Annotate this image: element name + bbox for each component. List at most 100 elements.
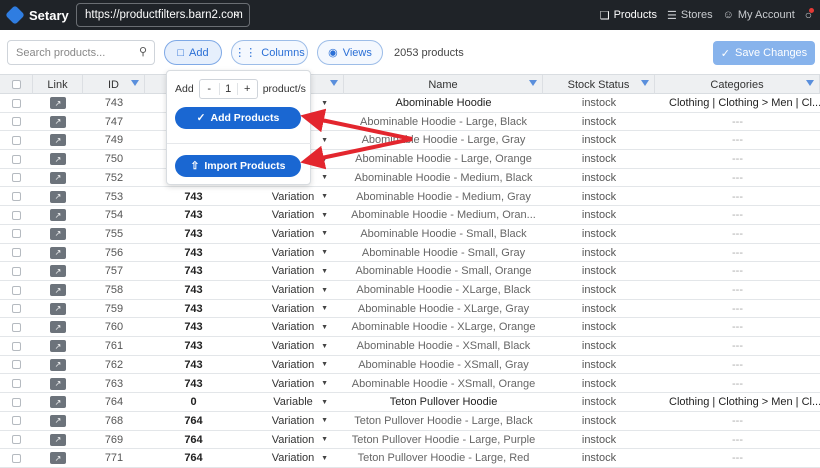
- table-row[interactable]: ↗ 756 743 Variation ▼ Abominable Hoodie - Sma…: [0, 244, 820, 263]
- row-checkbox[interactable]: [12, 360, 21, 370]
- caret-down-icon[interactable]: ▼: [321, 249, 328, 256]
- row-link-cell[interactable]: ↗: [33, 300, 83, 318]
- row-select-cell[interactable]: [0, 94, 33, 112]
- header-categories[interactable]: Categories: [655, 75, 820, 94]
- table-row[interactable]: ↗ 769 764 Variation ▼ Teton Pullover Hoodie -…: [0, 431, 820, 450]
- row-select-cell[interactable]: [0, 169, 33, 187]
- row-link-cell[interactable]: ↗: [33, 281, 83, 299]
- row-categories[interactable]: ---: [655, 356, 820, 374]
- row-categories[interactable]: ---: [655, 449, 820, 467]
- row-checkbox[interactable]: [12, 210, 21, 220]
- row-parent-id[interactable]: 764: [145, 449, 242, 467]
- row-type[interactable]: Variation ▼: [242, 431, 344, 449]
- select-all-checkbox[interactable]: [11, 80, 21, 89]
- row-name[interactable]: Teton Pullover Hoodie - Large, Red: [344, 449, 543, 467]
- caret-down-icon[interactable]: ▼: [321, 156, 328, 163]
- row-link-cell[interactable]: ↗: [33, 262, 83, 280]
- row-checkbox[interactable]: [12, 304, 21, 314]
- row-stock-status[interactable]: instock: [543, 225, 655, 243]
- table-row[interactable]: ↗ 758 743 Variation ▼ Abominable Hoodie - XLa…: [0, 281, 820, 300]
- row-link-cell[interactable]: ↗: [33, 244, 83, 262]
- row-checkbox[interactable]: [12, 192, 21, 201]
- row-link-cell[interactable]: ↗: [33, 225, 83, 243]
- import-products-button[interactable]: ⇧ Import Products: [175, 155, 301, 177]
- row-type[interactable]: Variation ▼: [242, 281, 344, 299]
- caret-down-icon[interactable]: ▼: [321, 193, 328, 200]
- row-parent-id[interactable]: 743: [145, 337, 242, 355]
- table-row[interactable]: ↗ 768 764 Variation ▼ Teton Pullover Hoodie -…: [0, 412, 820, 431]
- row-link-cell[interactable]: ↗: [33, 337, 83, 355]
- caret-down-icon[interactable]: ▼: [321, 380, 328, 387]
- row-type[interactable]: Variation ▼: [242, 262, 344, 280]
- brand-logo[interactable]: Setary: [5, 5, 69, 25]
- caret-down-icon[interactable]: ▼: [321, 455, 328, 462]
- row-name[interactable]: Abominable Hoodie - Large, Black: [344, 113, 543, 131]
- row-name[interactable]: Abominable Hoodie - XSmall, Black: [344, 337, 543, 355]
- row-stock-status[interactable]: instock: [543, 449, 655, 467]
- row-name[interactable]: Abominable Hoodie - Medium, Oran...: [344, 206, 543, 224]
- row-categories[interactable]: ---: [655, 281, 820, 299]
- row-checkbox[interactable]: [12, 173, 21, 183]
- external-link-icon[interactable]: ↗: [50, 340, 66, 353]
- caret-down-icon[interactable]: ▼: [321, 268, 328, 275]
- views-button[interactable]: ◉ Views: [317, 40, 383, 65]
- row-link-cell[interactable]: ↗: [33, 412, 83, 430]
- decrement-button[interactable]: -: [200, 83, 219, 95]
- row-link-cell[interactable]: ↗: [33, 318, 83, 336]
- table-row[interactable]: ↗ 755 743 Variation ▼ Abominable Hoodie - Sma…: [0, 225, 820, 244]
- row-stock-status[interactable]: instock: [543, 113, 655, 131]
- caret-down-icon[interactable]: ▼: [321, 305, 328, 312]
- table-row[interactable]: ↗ 761 743 Variation ▼ Abominable Hoodie - XSm…: [0, 337, 820, 356]
- row-parent-id[interactable]: 743: [145, 206, 242, 224]
- row-type[interactable]: Variation ▼: [242, 318, 344, 336]
- row-categories[interactable]: ---: [655, 300, 820, 318]
- row-categories[interactable]: ---: [655, 431, 820, 449]
- row-parent-id[interactable]: 743: [145, 281, 242, 299]
- row-checkbox[interactable]: [12, 453, 21, 463]
- header-stock-status[interactable]: Stock Status: [543, 75, 655, 94]
- row-name[interactable]: Abominable Hoodie - Small, Black: [344, 225, 543, 243]
- row-parent-id[interactable]: 764: [145, 412, 242, 430]
- row-link-cell[interactable]: ↗: [33, 113, 83, 131]
- table-row[interactable]: ↗ 763 743 Variation ▼ Abominable Hoodie - XSm…: [0, 375, 820, 394]
- row-name[interactable]: Abominable Hoodie - Medium, Gray: [344, 188, 543, 206]
- external-link-icon[interactable]: ↗: [50, 284, 66, 296]
- caret-down-icon[interactable]: ▼: [321, 118, 328, 125]
- header-id[interactable]: ID: [83, 75, 145, 94]
- header-name[interactable]: Name: [344, 75, 543, 94]
- row-select-cell[interactable]: [0, 337, 33, 355]
- row-parent-id[interactable]: 743: [145, 244, 242, 262]
- external-link-icon[interactable]: ↗: [50, 97, 66, 109]
- row-name[interactable]: Abominable Hoodie - XSmall, Gray: [344, 356, 543, 374]
- filter-icon[interactable]: [330, 80, 338, 86]
- external-link-icon[interactable]: ↗: [50, 171, 66, 184]
- row-checkbox[interactable]: [12, 397, 21, 407]
- search-icon[interactable]: ⚲: [139, 45, 147, 58]
- row-select-cell[interactable]: [0, 131, 33, 149]
- row-select-cell[interactable]: [0, 375, 33, 393]
- row-link-cell[interactable]: ↗: [33, 94, 83, 112]
- table-row[interactable]: ↗ 750 ▼ Abominable Hoodie - Large, Orange in…: [0, 150, 820, 169]
- nav-products[interactable]: ❑ Products: [600, 9, 657, 22]
- row-select-cell[interactable]: [0, 318, 33, 336]
- caret-down-icon[interactable]: ▼: [321, 436, 328, 443]
- row-link-cell[interactable]: ↗: [33, 206, 83, 224]
- row-checkbox[interactable]: [12, 154, 21, 164]
- row-name[interactable]: Abominable Hoodie - XLarge, Orange: [344, 318, 543, 336]
- external-link-icon[interactable]: ↗: [50, 246, 66, 259]
- external-link-icon[interactable]: ↗: [50, 321, 66, 334]
- row-parent-id[interactable]: 743: [145, 188, 242, 206]
- row-stock-status[interactable]: instock: [543, 188, 655, 206]
- row-checkbox[interactable]: [12, 98, 21, 108]
- row-name[interactable]: Abominable Hoodie - Large, Orange: [344, 150, 543, 168]
- caret-down-icon[interactable]: ▼: [321, 287, 328, 294]
- table-row[interactable]: ↗ 771 764 Variation ▼ Teton Pullover Hoodie -…: [0, 449, 820, 468]
- row-checkbox[interactable]: [12, 135, 21, 145]
- row-link-cell[interactable]: ↗: [33, 131, 83, 149]
- caret-down-icon[interactable]: ▼: [321, 137, 328, 144]
- row-select-cell[interactable]: [0, 225, 33, 243]
- row-select-cell[interactable]: [0, 262, 33, 280]
- row-type[interactable]: Variation ▼: [242, 244, 344, 262]
- header-select-all[interactable]: [0, 75, 33, 94]
- external-link-icon[interactable]: ↗: [50, 396, 66, 409]
